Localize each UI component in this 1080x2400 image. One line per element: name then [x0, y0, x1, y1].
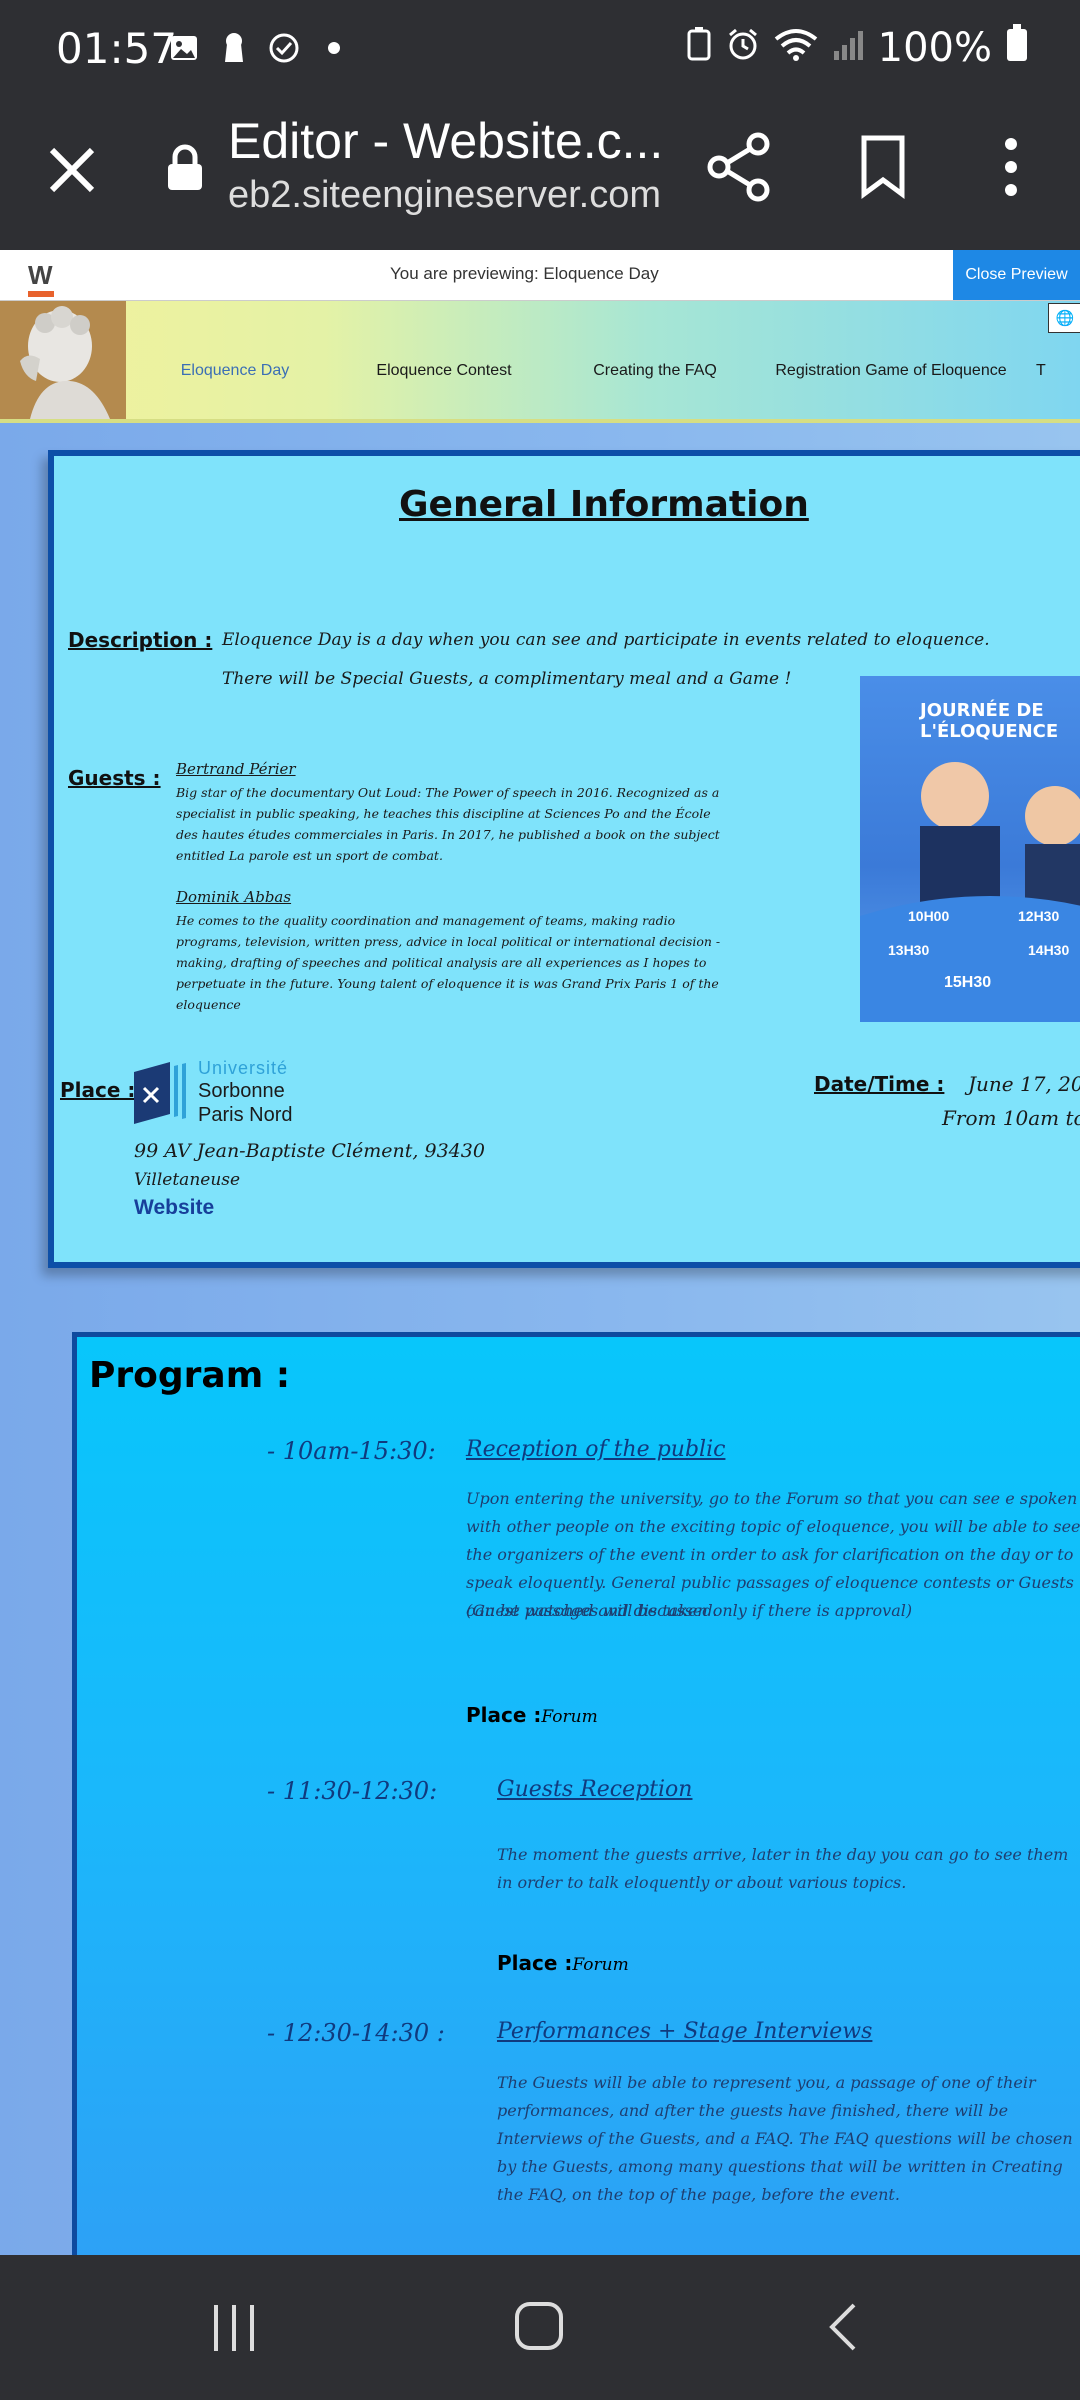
bookmark-icon[interactable] — [858, 134, 908, 205]
event-date: June 17, 2022 — [968, 1072, 1080, 1096]
lock-icon[interactable] — [165, 144, 205, 197]
preview-text: You are previewing: Eloquence Day — [390, 264, 659, 283]
status-bar: 01:57 100% — [0, 0, 1080, 100]
battery-level: 100% — [877, 25, 992, 71]
address-line1: 99 AV Jean-Baptiste Clément, 93430 — [134, 1140, 485, 1162]
university-logo[interactable] — [134, 1062, 192, 1129]
program-heading-1[interactable]: Reception of the public — [466, 1437, 725, 1462]
browser-toolbar: Editor - Website.c... eb2.siteengineserv… — [0, 100, 1080, 250]
guest2-bio: He comes to the quality coordination and… — [176, 913, 721, 1012]
site-navigation: Eloquence Day Eloquence Contest Creating… — [0, 301, 1080, 423]
place-label-2: Place : — [497, 1951, 573, 1975]
general-info-card: General Information Description : Eloque… — [48, 450, 1080, 1268]
more-options-icon[interactable] — [996, 134, 1026, 205]
system-status: 100% — [686, 24, 1028, 72]
nav-eloquence-contest[interactable]: Eloquence Contest — [344, 340, 544, 380]
check-circle-icon — [268, 32, 300, 64]
place-label: Place : — [60, 1078, 136, 1102]
program-heading-2[interactable]: Guests Reception — [497, 1777, 692, 1802]
address-line2: Villetaneuse — [134, 1170, 241, 1190]
event-hours: From 10am to 17 — [942, 1106, 1080, 1130]
program-desc-3: The Guests will be able to represent you… — [497, 2073, 1073, 2204]
share-icon[interactable] — [706, 132, 772, 207]
gallery-icon — [168, 32, 200, 64]
alarm-icon — [726, 25, 760, 71]
web-content: W You are previewing: Eloquence Day Clos… — [0, 250, 1080, 2255]
program-note-1: (Guest passages will be taken only if th… — [466, 1601, 913, 1620]
university-name-line1: Université — [198, 1058, 289, 1078]
page-url[interactable]: eb2.siteengineserver.com — [228, 174, 661, 217]
preview-bar: W You are previewing: Eloquence Day Clos… — [0, 250, 1080, 301]
university-name-line2: Sorbonne — [198, 1080, 285, 1102]
back-icon[interactable] — [826, 2301, 860, 2358]
nav-creating-faq[interactable]: Creating the FAQ — [544, 340, 766, 380]
description-line2: There will be Special Guests, a complime… — [222, 669, 792, 689]
battery-icon — [1006, 24, 1028, 72]
wifi-icon — [774, 25, 818, 71]
poster-time-2: 12H30 — [1018, 908, 1060, 924]
close-preview-button[interactable]: Close Preview — [953, 250, 1080, 300]
general-info-title: General Information — [399, 484, 809, 525]
program-place-1: Place :Forum — [466, 1703, 598, 1727]
system-navigation-bar — [0, 2255, 1080, 2400]
program-time-2: - 11:30-12:30: — [267, 1777, 438, 1805]
nav-more[interactable]: T — [1016, 340, 1046, 380]
date-time-label: Date/Time : — [814, 1072, 945, 1096]
guest1-name: Bertrand Périer — [176, 760, 296, 778]
poster-time-5: 15H30 — [944, 974, 992, 991]
signal-icon — [832, 25, 864, 71]
poster-time-3: 13H30 — [888, 942, 930, 958]
program-time-1: - 10am-15:30: — [267, 1437, 436, 1465]
home-icon[interactable] — [514, 2301, 564, 2356]
description-line1: Eloquence Day is a day when you can see … — [222, 630, 990, 650]
program-title: Program : — [89, 1355, 291, 1396]
program-place-2: Place :Forum — [497, 1951, 629, 1975]
globe-icon[interactable]: 🌐 — [1048, 303, 1080, 333]
clock: 01:57 — [56, 24, 178, 73]
website-link[interactable]: Website — [134, 1196, 214, 1220]
description-label: Description : — [68, 628, 213, 652]
poster-time-1: 10H00 — [908, 908, 950, 924]
program-time-3: - 12:30-14:30 : — [267, 2019, 445, 2047]
statue-logo-image[interactable] — [0, 301, 126, 419]
close-tab-icon[interactable] — [42, 140, 102, 200]
event-poster-image[interactable]: JOURNÉE DE L'ÉLOQUENCE 10H00 12H30 13H30… — [860, 676, 1080, 1022]
place-value-1: Forum — [541, 1707, 598, 1727]
page-title[interactable]: Editor - Website.c... — [228, 112, 663, 170]
program-card: Program : - 10am-15:30: Reception of the… — [72, 1332, 1080, 2255]
program-heading-3[interactable]: Performances + Stage Interviews — [497, 2019, 872, 2044]
guest1-bio: Big star of the documentary Out Loud: Th… — [176, 785, 720, 863]
notification-icons — [168, 32, 350, 64]
university-name-line3: Paris Nord — [198, 1104, 293, 1126]
guests-label: Guests : — [68, 766, 161, 790]
keyhole-icon — [218, 32, 250, 64]
dot-icon — [318, 32, 350, 64]
editor-logo[interactable]: W — [28, 260, 54, 297]
poster-time-4: 14H30 — [1028, 942, 1070, 958]
place-label-1: Place : — [466, 1703, 542, 1727]
place-value-2: Forum — [572, 1955, 629, 1975]
recent-apps-icon[interactable] — [212, 2303, 258, 2358]
battery-saver-icon — [686, 25, 712, 71]
guest2-name: Dominik Abbas — [176, 888, 292, 906]
nav-eloquence-day[interactable]: Eloquence Day — [126, 340, 344, 380]
nav-registration-game[interactable]: Registration Game of Eloquence — [766, 340, 1016, 380]
program-desc-2: The moment the guests arrive, later in t… — [497, 1845, 1069, 1892]
